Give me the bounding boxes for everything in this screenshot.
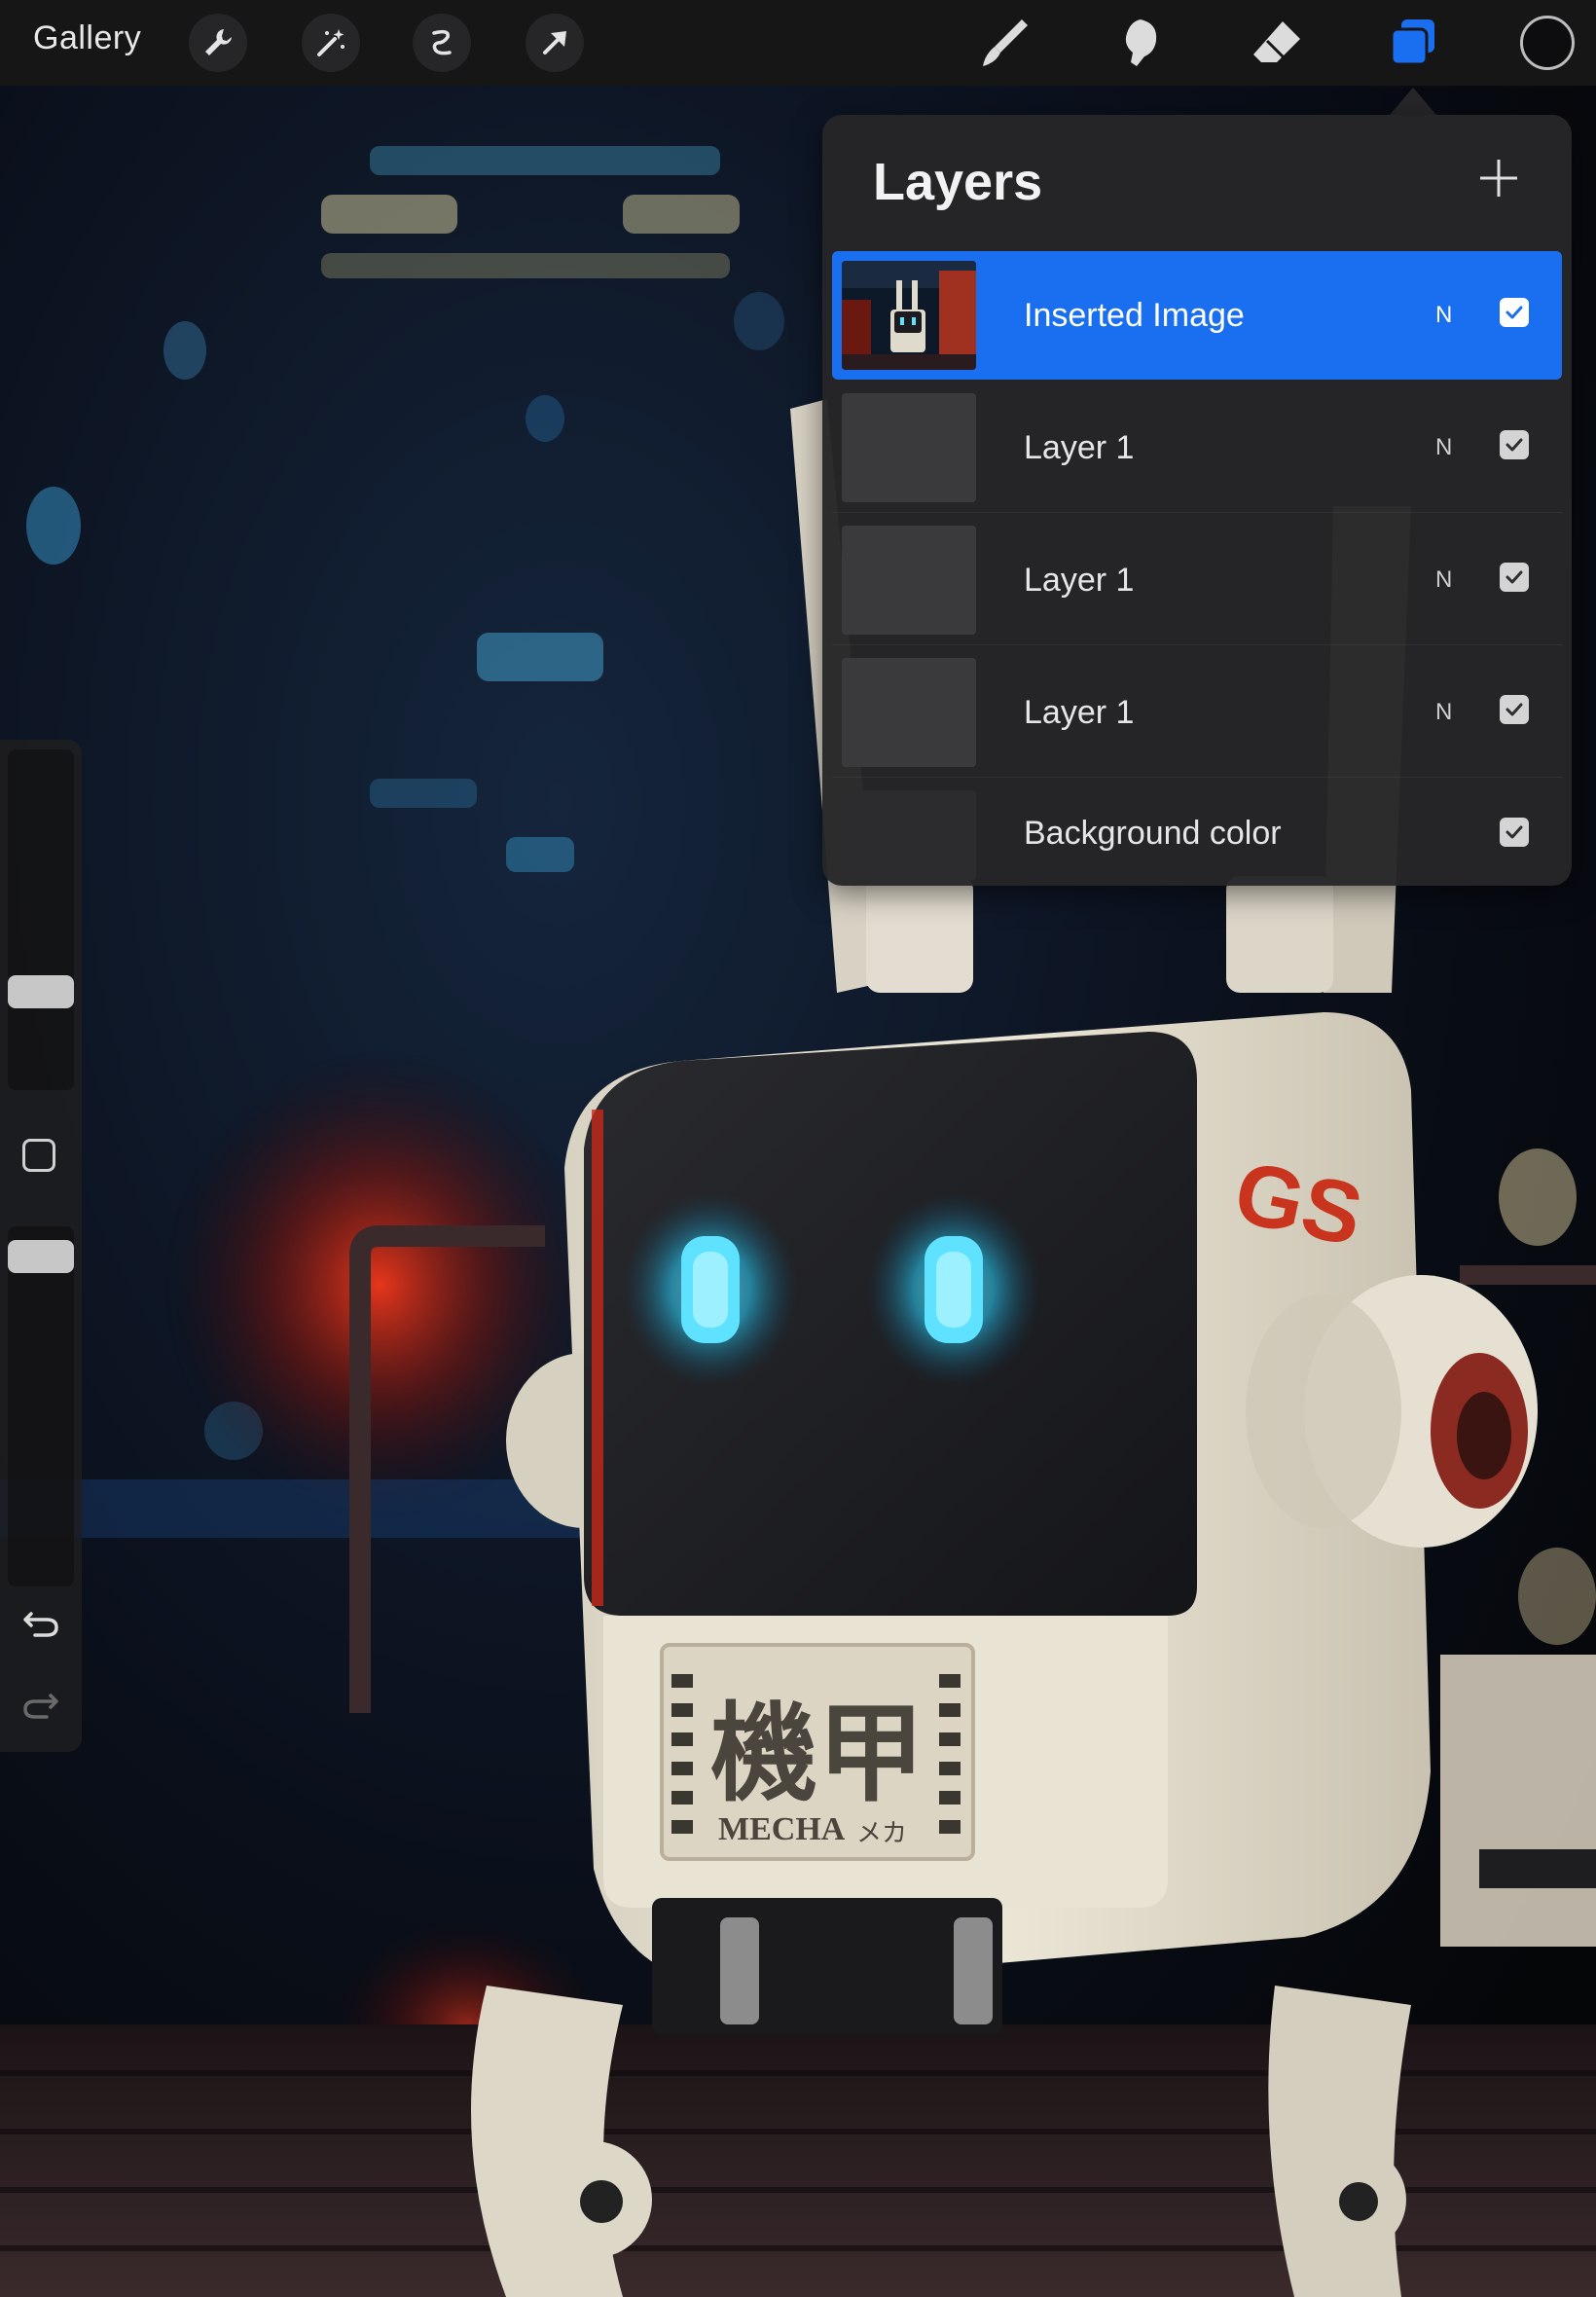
brush-icon[interactable]: [970, 10, 1038, 76]
layers-title: Layers: [873, 153, 1043, 211]
brush-size-thumb[interactable]: [8, 975, 74, 1008]
layer-name: Background color: [1024, 815, 1282, 852]
checkmark-icon: [1505, 703, 1523, 716]
checkmark-icon: [1505, 570, 1523, 584]
visibility-checkbox[interactable]: [1500, 818, 1529, 847]
brush-size-slider[interactable]: [8, 749, 74, 1090]
layers-icon[interactable]: [1379, 10, 1447, 76]
smudge-icon[interactable]: [1106, 10, 1175, 76]
layer-row-layer-1[interactable]: Layer 1 N: [832, 516, 1562, 645]
layer-name: Layer 1: [1024, 562, 1135, 599]
layer-row-layer-1[interactable]: Layer 1 N: [832, 648, 1562, 778]
layer-thumbnail: [842, 658, 976, 767]
blend-mode-button[interactable]: N: [1435, 648, 1452, 777]
layer-name: Layer 1: [1024, 694, 1135, 731]
undo-icon[interactable]: [18, 1596, 64, 1643]
blend-mode-button[interactable]: N: [1435, 251, 1452, 380]
layers-panel-pointer: [1390, 88, 1436, 115]
magic-wand-icon[interactable]: [302, 14, 360, 72]
checkmark-icon: [1505, 306, 1523, 319]
layer-thumbnail: [842, 790, 976, 880]
checkmark-icon: [1505, 825, 1523, 839]
left-sidebar: [0, 740, 82, 1752]
plus-icon[interactable]: [1474, 154, 1523, 202]
top-toolbar: Gallery: [0, 0, 1596, 86]
mecha-kanji-label: 機甲: [710, 1691, 925, 1816]
layer-name: Inserted Image: [1024, 297, 1245, 334]
selection-icon[interactable]: [413, 14, 471, 72]
eraser-icon[interactable]: [1243, 10, 1311, 76]
layer-row-background-color[interactable]: Background color: [832, 781, 1562, 886]
layer-row-layer-1[interactable]: Layer 1 N: [832, 383, 1562, 513]
blend-mode-button[interactable]: N: [1435, 516, 1452, 644]
modify-button[interactable]: [22, 1139, 55, 1172]
layer-thumbnail: [842, 393, 976, 502]
layer-name: Layer 1: [1024, 429, 1135, 466]
checkmark-icon: [1505, 438, 1523, 452]
wrench-icon[interactable]: [189, 14, 247, 72]
layer-thumbnail: [842, 526, 976, 635]
visibility-checkbox[interactable]: [1500, 695, 1529, 724]
color-swatch[interactable]: [1520, 16, 1575, 70]
blend-mode-button[interactable]: N: [1435, 383, 1452, 512]
layer-row-inserted-image[interactable]: Inserted Image N: [832, 251, 1562, 380]
gallery-button[interactable]: Gallery: [33, 19, 141, 57]
layers-panel: Layers Inserted Image N Layer 1 N Layer …: [822, 115, 1572, 886]
opacity-slider[interactable]: [8, 1226, 74, 1586]
layer-thumbnail: [842, 261, 976, 370]
visibility-checkbox[interactable]: [1500, 298, 1529, 327]
visibility-checkbox[interactable]: [1500, 430, 1529, 459]
transform-arrow-icon[interactable]: [526, 14, 584, 72]
mecha-latin-label: MECHA: [718, 1811, 846, 1847]
mecha-kana-label: メカ: [856, 1819, 907, 1848]
redo-icon[interactable]: [18, 1678, 64, 1725]
visibility-checkbox[interactable]: [1500, 563, 1529, 592]
opacity-thumb[interactable]: [8, 1240, 74, 1273]
